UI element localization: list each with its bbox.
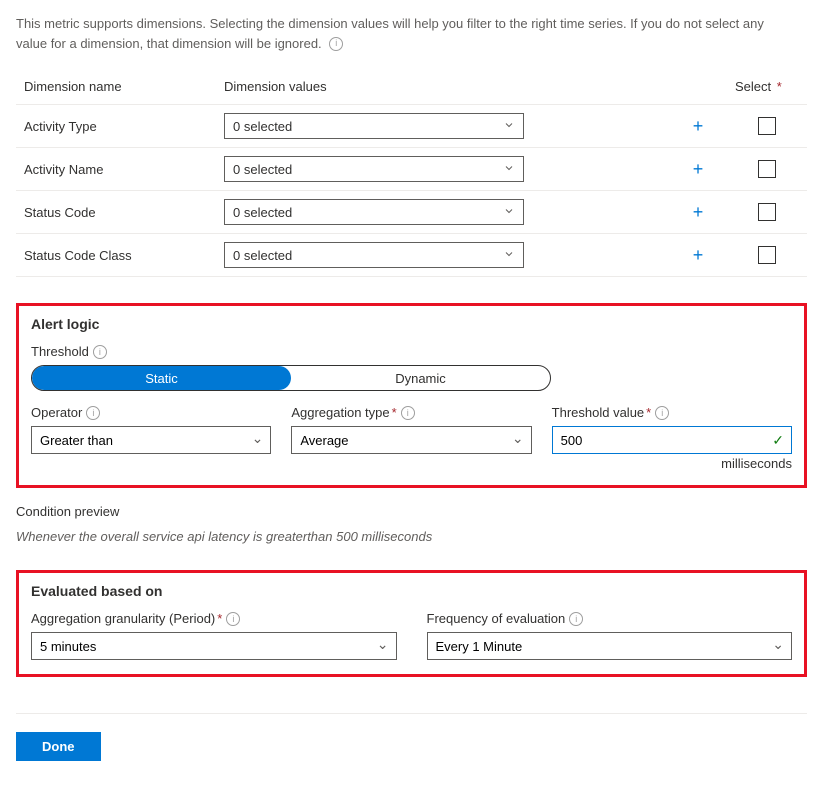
operator-select[interactable]: Greater than [31,426,271,454]
threshold-value-input[interactable] [552,426,792,454]
info-icon: i [226,612,240,626]
dimension-name: Status Code [16,191,216,234]
condition-preview: Condition preview Whenever the overall s… [16,504,807,544]
select-checkbox[interactable] [758,246,776,264]
toggle-dynamic[interactable]: Dynamic [291,366,550,390]
select-checkbox[interactable] [758,160,776,178]
aggregation-label: Aggregation type * i [291,405,531,420]
frequency-select[interactable]: Every 1 Minute [427,632,793,660]
threshold-value-label: Threshold value * i [552,405,792,420]
add-dimension-button[interactable]: + [685,113,711,139]
dimension-values-select[interactable]: 0 selected [224,242,524,268]
description-text: This metric supports dimensions. Selecti… [16,16,764,51]
select-checkbox[interactable] [758,203,776,221]
dimension-values-text: 0 selected [233,248,292,263]
info-icon: i [329,37,343,51]
dimension-values-select[interactable]: 0 selected [224,156,524,182]
evaluated-title: Evaluated based on [31,583,792,599]
alert-logic-highlight: Alert logic Threshold i Static Dynamic O… [16,303,807,488]
dimension-name: Activity Name [16,148,216,191]
dimensions-table: Dimension name Dimension values Select *… [16,69,807,277]
col-header-add [677,69,727,105]
table-row: Activity Name 0 selected + [16,148,807,191]
dimensions-description: This metric supports dimensions. Selecti… [16,14,796,53]
add-dimension-button[interactable]: + [685,156,711,182]
condition-preview-title: Condition preview [16,504,807,519]
info-icon: i [86,406,100,420]
evaluated-highlight: Evaluated based on Aggregation granulari… [16,570,807,677]
threshold-unit: milliseconds [552,456,792,471]
frequency-label: Frequency of evaluation i [427,611,793,626]
operator-label: Operator i [31,405,271,420]
col-header-values: Dimension values [216,69,677,105]
chevron-down-icon [503,248,515,263]
add-dimension-button[interactable]: + [685,199,711,225]
chevron-down-icon [503,119,515,134]
col-header-select: Select * [727,69,807,105]
dimension-values-text: 0 selected [233,205,292,220]
table-row: Status Code 0 selected + [16,191,807,234]
add-dimension-button[interactable]: + [685,242,711,268]
info-icon: i [93,345,107,359]
granularity-select[interactable]: 5 minutes [31,632,397,660]
chevron-down-icon [503,162,515,177]
aggregation-select[interactable]: Average [291,426,531,454]
dimension-values-select[interactable]: 0 selected [224,113,524,139]
table-row: Activity Type 0 selected + [16,105,807,148]
dimension-name: Activity Type [16,105,216,148]
threshold-label: Threshold i [31,344,792,359]
separator [16,713,807,714]
condition-preview-text: Whenever the overall service api latency… [16,529,807,544]
select-checkbox[interactable] [758,117,776,135]
threshold-toggle[interactable]: Static Dynamic [31,365,551,391]
toggle-static[interactable]: Static [32,366,291,390]
info-icon: i [569,612,583,626]
dimension-values-text: 0 selected [233,119,292,134]
alert-logic-title: Alert logic [31,316,792,332]
col-header-name: Dimension name [16,69,216,105]
dimension-values-text: 0 selected [233,162,292,177]
dimension-values-select[interactable]: 0 selected [224,199,524,225]
chevron-down-icon [503,205,515,220]
required-asterisk: * [773,79,782,94]
info-icon: i [401,406,415,420]
granularity-label: Aggregation granularity (Period) * i [31,611,397,626]
info-icon: i [655,406,669,420]
done-button[interactable]: Done [16,732,101,761]
dimension-name: Status Code Class [16,234,216,277]
table-row: Status Code Class 0 selected + [16,234,807,277]
